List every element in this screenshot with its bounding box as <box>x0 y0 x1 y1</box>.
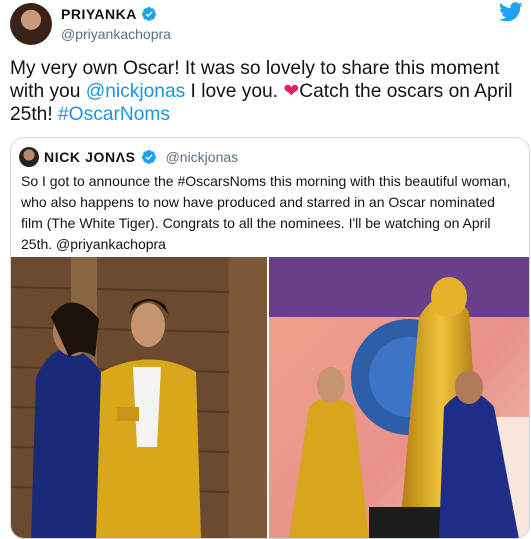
verified-badge-icon <box>141 7 156 21</box>
author-handle[interactable]: @priyankachopra <box>61 26 171 42</box>
quoted-handle[interactable]: @nickjonas <box>166 149 239 165</box>
heart-emoji-icon: ❤ <box>283 81 300 102</box>
photo-right[interactable] <box>269 257 529 539</box>
quoted-avatar[interactable] <box>19 147 39 167</box>
hashtag-link[interactable]: #OscarNoms <box>58 104 170 125</box>
quoted-tweet-card[interactable]: NICK JONΛS @nickjonas So I got to announ… <box>10 137 530 539</box>
verified-badge-icon <box>141 150 156 164</box>
tweet-text-part: I love you. <box>185 81 284 102</box>
avatar[interactable] <box>10 3 52 45</box>
author-display-name[interactable]: PRIYANKA <box>61 6 137 22</box>
tweet-header: PRIYANKA @priyankachopra <box>0 0 531 50</box>
quoted-display-name[interactable]: NICK JONΛS <box>44 149 136 165</box>
quoted-tweet-header: NICK JONΛS @nickjonas <box>19 147 238 167</box>
quoted-tweet-text: So I got to announce the #OscarsNoms thi… <box>21 173 511 252</box>
photo-grid <box>11 257 529 539</box>
author-name-row[interactable]: PRIYANKA <box>61 6 157 22</box>
twitter-bird-icon[interactable] <box>499 2 523 22</box>
tweet-text: My very own Oscar! It was so lovely to s… <box>10 57 522 126</box>
photo-left[interactable] <box>11 257 267 539</box>
mention-link[interactable]: @nickjonas <box>86 81 185 102</box>
